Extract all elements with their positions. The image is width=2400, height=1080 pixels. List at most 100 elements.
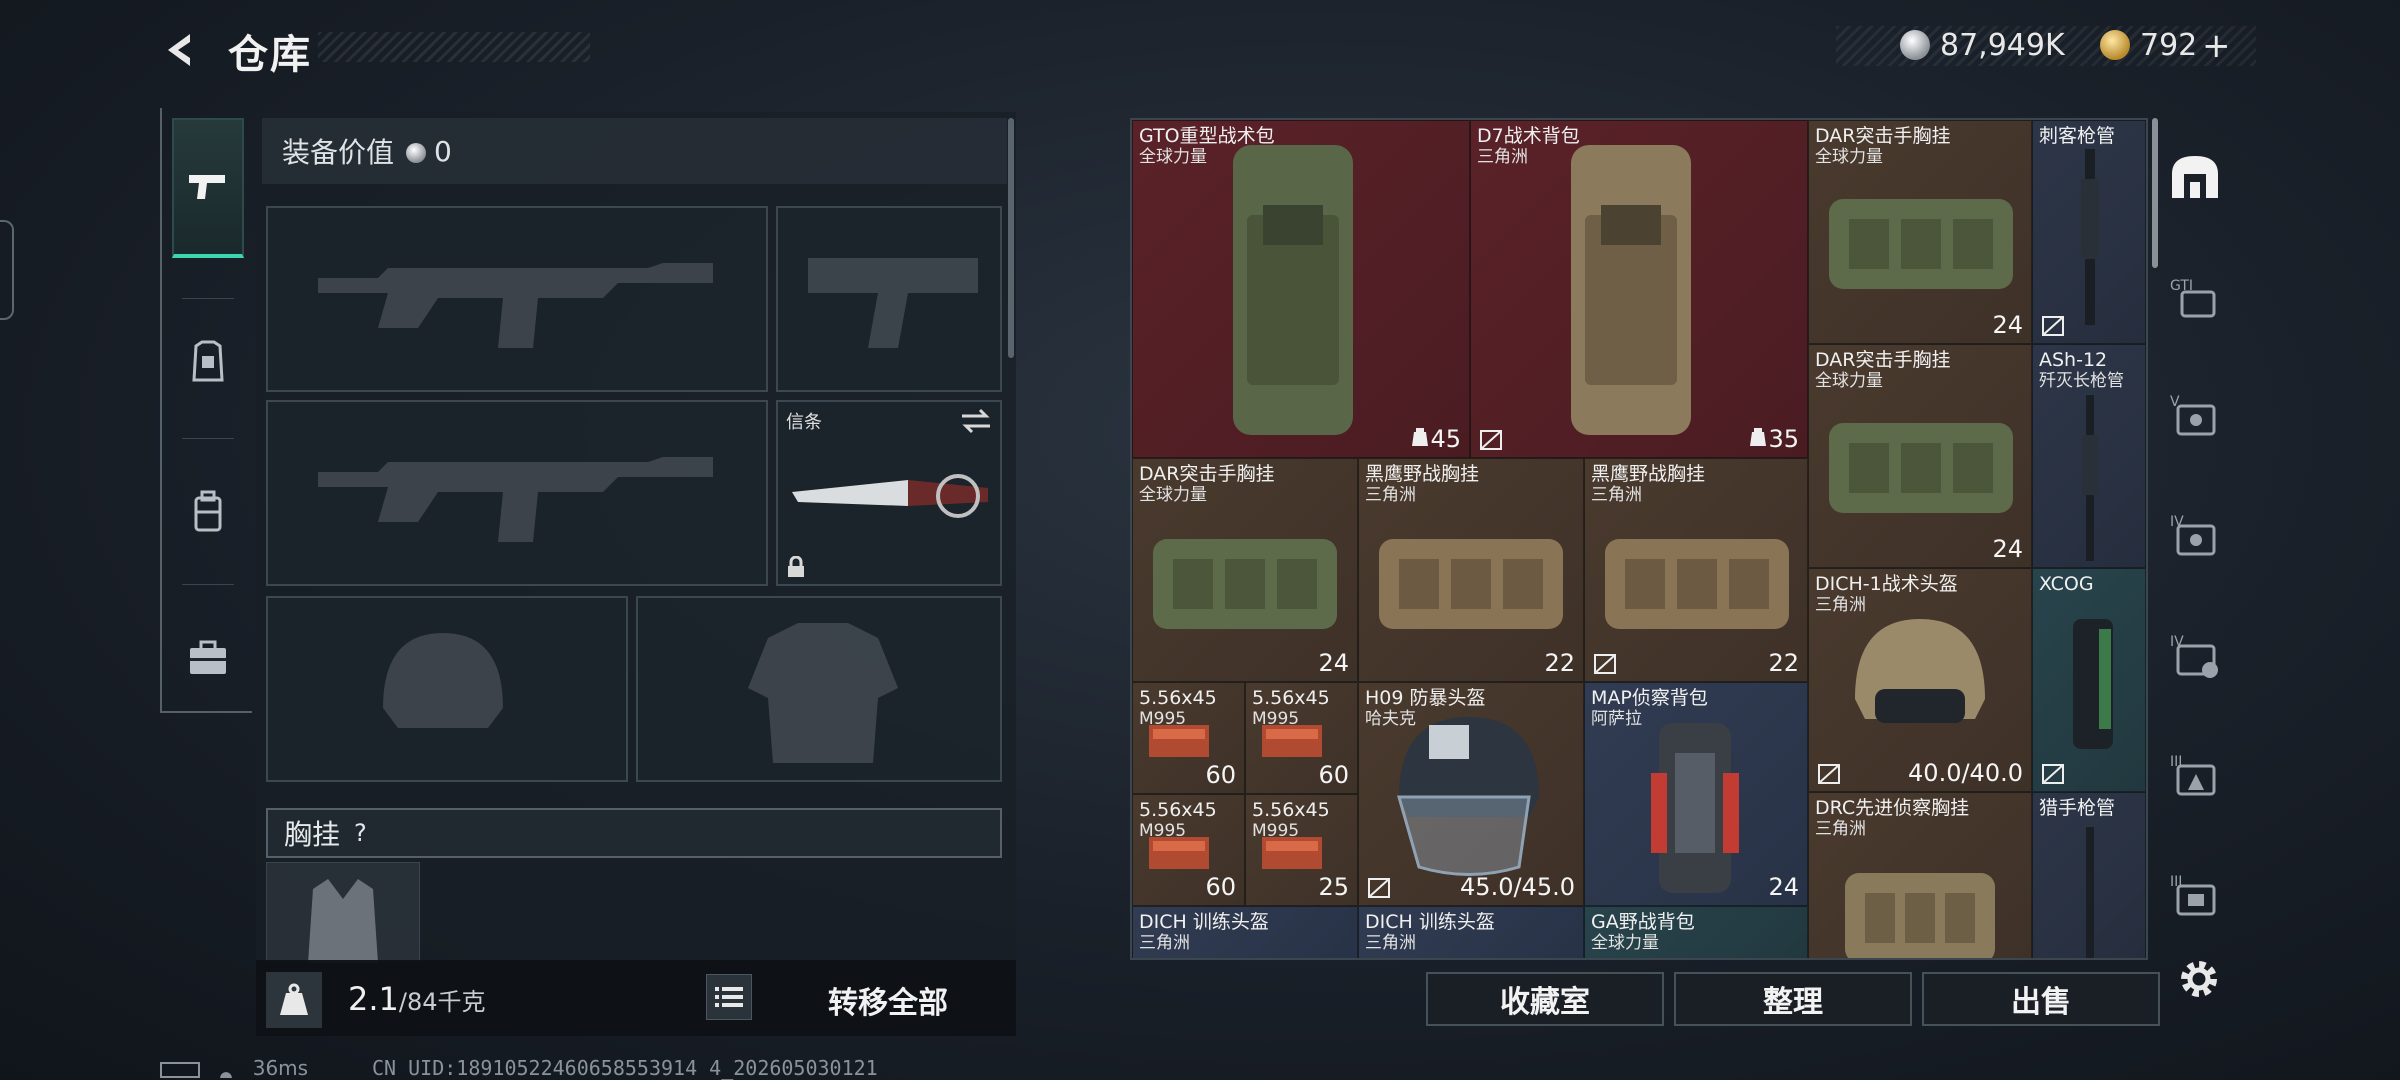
vest-silhouette-icon bbox=[308, 879, 378, 963]
item-faction: 阿萨拉 bbox=[1591, 709, 1642, 729]
pistol-slot[interactable] bbox=[776, 206, 1002, 392]
item-name: DAR突击手胸挂 bbox=[1815, 125, 1951, 147]
item-cell-ga-backpack[interactable]: GA野战背包 全球力量 bbox=[1584, 906, 1808, 958]
item-subname: 歼灭长枪管 bbox=[2039, 371, 2124, 391]
capacity-icon bbox=[1750, 428, 1766, 446]
tab-gti-case[interactable]: GTI bbox=[2166, 268, 2224, 326]
item-faction: 三角洲 bbox=[1815, 819, 1866, 839]
primary-weapon-slot[interactable] bbox=[266, 206, 768, 392]
item-cell-hunter-barrel[interactable]: 猎手枪管 bbox=[2032, 792, 2146, 958]
item-cell-gto-backpack[interactable]: GTO重型战术包 全球力量 45 bbox=[1132, 120, 1470, 458]
add-gold-button[interactable]: + bbox=[2202, 26, 2231, 66]
warehouse-grid[interactable]: GTO重型战术包 全球力量 45 D7战术背包 三角洲 35 DAR突击手胸挂 … bbox=[1130, 118, 2148, 960]
ammo-box-icon bbox=[1149, 837, 1209, 869]
current-weight: 2.1 bbox=[348, 980, 399, 1018]
no-insure-icon bbox=[1368, 878, 1390, 898]
list-view-button[interactable] bbox=[706, 974, 752, 1020]
side-drawer-handle[interactable] bbox=[0, 220, 14, 320]
helmet-slot[interactable] bbox=[266, 596, 628, 782]
tab-iv-case[interactable]: IV bbox=[2166, 506, 2224, 564]
nav-armor[interactable] bbox=[172, 304, 244, 420]
item-cell-dar-vest[interactable]: DAR突击手胸挂 全球力量 24 bbox=[1808, 120, 2032, 344]
item-cell-drc-vest[interactable]: DRC先进侦察胸挂 三角洲 bbox=[1808, 792, 2032, 958]
rifle-silhouette-icon bbox=[318, 263, 713, 348]
vest-slot[interactable] bbox=[266, 862, 420, 963]
item-faction: 全球力量 bbox=[1815, 147, 1883, 167]
item-cell-blackhawk-vest[interactable]: 黑鹰野战胸挂 三角洲 22 bbox=[1358, 458, 1584, 682]
weight-icon bbox=[266, 972, 322, 1028]
sell-button[interactable]: 出售 bbox=[1922, 972, 2160, 1026]
gti-case-icon: GTI bbox=[2170, 278, 2216, 318]
item-faction: 三角洲 bbox=[1139, 933, 1190, 953]
item-name: ASh-12 bbox=[2039, 349, 2108, 371]
item-cell-ammo[interactable]: 5.56x45 M995 25 bbox=[1245, 794, 1358, 906]
item-cell-map-backpack[interactable]: MAP侦察背包 阿萨拉 24 bbox=[1584, 682, 1808, 906]
weight-readout: 2.1/84千克 bbox=[348, 980, 486, 1018]
gold-coin-icon bbox=[2100, 30, 2130, 60]
item-name: 黑鹰野战胸挂 bbox=[1591, 463, 1706, 485]
item-count: 60 bbox=[1318, 761, 1349, 789]
tab-v-case[interactable]: V bbox=[2166, 386, 2224, 444]
item-cell-ammo[interactable]: 5.56x45 M995 60 bbox=[1132, 682, 1245, 794]
item-capacity: 24 bbox=[1992, 535, 2023, 563]
item-name: MAP侦察背包 bbox=[1591, 687, 1708, 709]
item-name: 黑鹰野战胸挂 bbox=[1365, 463, 1480, 485]
silver-coin-icon bbox=[1900, 30, 1930, 60]
item-cell-assassin-barrel[interactable]: 刺客枪管 bbox=[2032, 120, 2146, 344]
item-durability: 45.0/45.0 bbox=[1460, 873, 1575, 901]
item-cell-blackhawk-vest[interactable]: 黑鹰野战胸挂 三角洲 22 bbox=[1584, 458, 1808, 682]
swap-icon[interactable] bbox=[960, 408, 992, 434]
item-name: DICH 训练头盔 bbox=[1365, 911, 1495, 933]
item-faction: 三角洲 bbox=[1477, 147, 1528, 167]
loadout-scrollbar[interactable] bbox=[1008, 118, 1014, 358]
ping-readout: 36ms bbox=[252, 1056, 309, 1080]
tab-iii-case[interactable]: III bbox=[2166, 746, 2224, 804]
lock-icon bbox=[788, 556, 804, 577]
secondary-weapon-slot[interactable] bbox=[266, 400, 768, 586]
iv-case-icon: IV bbox=[2170, 514, 2216, 556]
item-name: DAR突击手胸挂 bbox=[1815, 349, 1951, 371]
no-insure-icon bbox=[2042, 764, 2064, 784]
help-icon[interactable]: ? bbox=[354, 819, 367, 847]
nav-weapons[interactable] bbox=[172, 118, 244, 258]
nav-case[interactable] bbox=[172, 600, 244, 716]
rifle-silhouette-icon bbox=[318, 457, 713, 542]
briefcase-icon bbox=[190, 640, 226, 674]
no-insure-icon bbox=[1818, 764, 1840, 784]
item-cell-dich1-helmet[interactable]: DICH-1战术头盔 三角洲 40.0/40.0 bbox=[1808, 568, 2032, 792]
ammo-box-icon bbox=[1262, 725, 1322, 757]
vest-icon bbox=[1829, 199, 2013, 289]
armor-slot[interactable] bbox=[636, 596, 1002, 782]
item-capacity: 35 bbox=[1768, 425, 1799, 453]
transfer-all-button[interactable]: 转移全部 bbox=[828, 978, 948, 1022]
item-cell-dar-vest[interactable]: DAR突击手胸挂 全球力量 24 bbox=[1808, 344, 2032, 568]
pistol-icon bbox=[189, 175, 225, 199]
nav-backpack[interactable] bbox=[172, 454, 244, 570]
backpack-icon bbox=[194, 490, 222, 532]
item-cell-h09-helmet[interactable]: H09 防暴头盔 哈夫克 45.0/45.0 bbox=[1358, 682, 1584, 906]
gear-icon[interactable] bbox=[2176, 956, 2222, 1002]
item-cell-d7-backpack[interactable]: D7战术背包 三角洲 35 bbox=[1470, 120, 1808, 458]
item-cell-xcog[interactable]: XCOG bbox=[2032, 568, 2146, 792]
back-arrow-icon[interactable] bbox=[158, 28, 202, 72]
item-cell-dich-training-helmet[interactable]: DICH 训练头盔 三角洲 bbox=[1132, 906, 1358, 958]
item-cell-dich-training-helmet[interactable]: DICH 训练头盔 三角洲 bbox=[1358, 906, 1584, 958]
melee-slot[interactable]: 信条 bbox=[776, 400, 1002, 586]
item-name: GA野战背包 bbox=[1591, 911, 1695, 933]
item-cell-dar-vest[interactable]: DAR突击手胸挂 全球力量 24 bbox=[1132, 458, 1358, 682]
item-faction: 全球力量 bbox=[1815, 371, 1883, 391]
item-name: 5.56x45 bbox=[1139, 687, 1217, 709]
tab-iii-case-2[interactable]: III bbox=[2166, 866, 2224, 924]
item-cell-ammo[interactable]: 5.56x45 M995 60 bbox=[1132, 794, 1245, 906]
item-faction: 全球力量 bbox=[1591, 933, 1659, 953]
item-cell-ash12-barrel[interactable]: ASh-12 歼灭长枪管 bbox=[2032, 344, 2146, 568]
organize-button[interactable]: 整理 bbox=[1674, 972, 1912, 1026]
vest-section-header: 胸挂 ? bbox=[266, 808, 1002, 858]
item-cell-ammo[interactable]: 5.56x45 M995 60 bbox=[1245, 682, 1358, 794]
tab-iv-lock-case[interactable]: IV bbox=[2166, 626, 2224, 684]
item-name: DICH-1战术头盔 bbox=[1815, 573, 1958, 595]
item-capacity: 24 bbox=[1768, 873, 1799, 901]
silver-balance: 87,949K bbox=[1940, 28, 2065, 63]
collection-room-button[interactable]: 收藏室 bbox=[1426, 972, 1664, 1026]
tab-warehouse[interactable] bbox=[2166, 148, 2224, 206]
